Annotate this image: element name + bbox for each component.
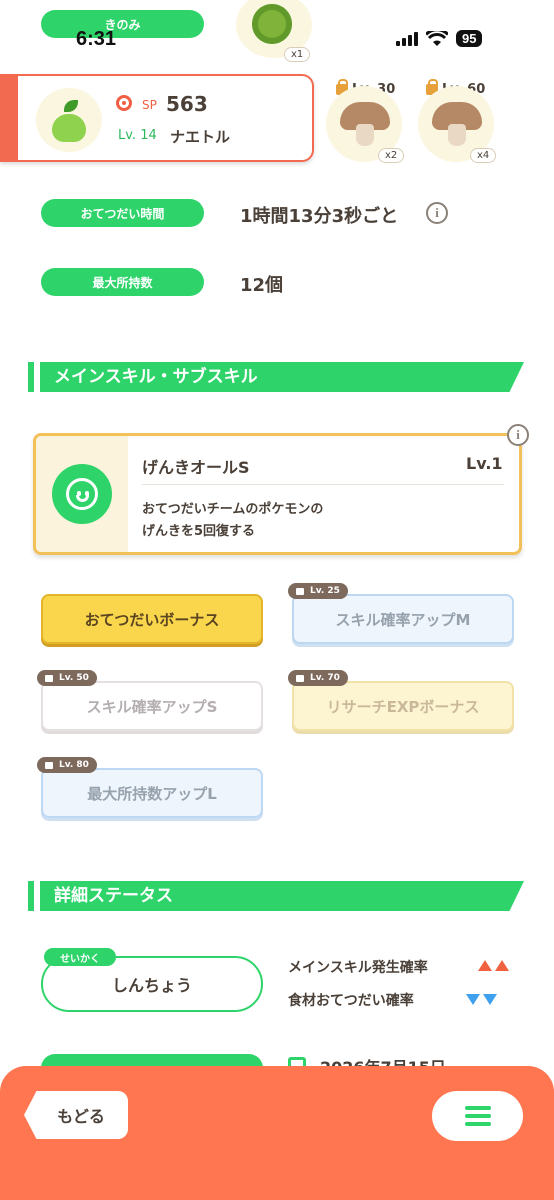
wifi-icon — [426, 30, 448, 46]
sub-skill-3-label: スキル確率アップS — [86, 697, 218, 716]
ingredient-2-count: x2 — [378, 148, 405, 163]
main-skill-level: Lv.1 — [466, 454, 503, 473]
help-time-label: おてつだい時間 — [41, 199, 204, 227]
skills-section-title: メインスキル・サブスキル — [40, 362, 524, 392]
lock-level-badge: Lv. 50 — [37, 670, 97, 686]
up-arrows-icon — [478, 960, 509, 971]
menu-button[interactable] — [432, 1091, 523, 1141]
smile-icon — [52, 464, 112, 524]
sub-skill-5-label: 最大所持数アップL — [87, 784, 217, 803]
battery-indicator: 95 — [456, 30, 483, 47]
sp-value: 563 — [166, 92, 208, 116]
status-time: 6:31 — [76, 28, 117, 50]
sp-icon — [116, 95, 132, 111]
main-skill-desc-2: げんきを5回復する — [142, 524, 256, 539]
ingredient-rate-label: 食材おてつだい確率 — [288, 993, 414, 1009]
pokemon-avatar — [36, 88, 102, 152]
max-carry-value: 12個 — [240, 275, 284, 296]
lock-level-badge: Lv. 80 — [37, 757, 97, 773]
details-section-title: 詳細ステータス — [40, 881, 524, 911]
lock-icon — [296, 588, 304, 595]
back-button-label: もどる — [57, 1107, 105, 1126]
nature-tag: せいかく — [44, 948, 116, 966]
nature-value: しんちょう — [111, 976, 192, 995]
pokemon-name: ナエトル — [170, 128, 231, 146]
sub-skill-2-label: スキル確率アップM — [335, 610, 471, 629]
berry-count: x1 — [284, 47, 311, 62]
info-icon[interactable]: i — [426, 202, 448, 224]
menu-icon — [464, 1106, 491, 1110]
sub-skill-1[interactable]: おてつだいボーナス — [41, 594, 263, 644]
sp-label: SP — [142, 98, 157, 112]
lock-level-badge: Lv. 70 — [288, 670, 348, 686]
sub-skill-3[interactable]: スキル確率アップS — [41, 681, 263, 731]
lock-icon — [45, 762, 53, 769]
main-skill-card[interactable]: げんきオールS Lv.1 おてつだいチームのポケモンの げんきを5回復する — [33, 433, 522, 555]
max-carry-label: 最大所持数 — [41, 268, 204, 296]
main-skill-rate-label: メインスキル発生確率 — [288, 960, 428, 976]
sub-skill-1-label: おてつだいボーナス — [84, 610, 220, 629]
sub-skill-5[interactable]: 最大所持数アップL — [41, 768, 263, 818]
lock-icon — [296, 675, 304, 682]
sub-skill-4[interactable]: リサーチEXPボーナス — [292, 681, 514, 731]
pokemon-card[interactable]: SP 563 Lv. 14 ナエトル — [0, 74, 314, 162]
berry-pill: きのみ — [41, 10, 204, 38]
main-skill-name: げんきオールS — [142, 458, 250, 477]
status-icons: 95 — [396, 30, 483, 47]
main-skill-desc-1: おてつだいチームのポケモンの — [142, 502, 324, 517]
pokemon-level: Lv. 14 — [118, 128, 157, 143]
details-section-header: 詳細ステータス — [28, 881, 524, 911]
sub-skill-2[interactable]: スキル確率アップM — [292, 594, 514, 644]
info-icon[interactable]: i — [507, 424, 529, 446]
lock-level-badge: Lv. 25 — [288, 583, 348, 599]
help-time-value: 1時間13分3秒ごと — [240, 206, 399, 227]
lock-icon — [45, 675, 53, 682]
ingredient-3-count: x4 — [470, 148, 497, 163]
divider — [142, 484, 504, 485]
back-button[interactable]: もどる — [24, 1091, 128, 1139]
skills-section-header: メインスキル・サブスキル — [28, 362, 524, 392]
card-accent-stripe — [0, 76, 18, 160]
signal-icon — [396, 31, 418, 46]
sub-skill-4-label: リサーチEXPボーナス — [326, 697, 480, 716]
down-arrows-icon — [466, 994, 497, 1005]
